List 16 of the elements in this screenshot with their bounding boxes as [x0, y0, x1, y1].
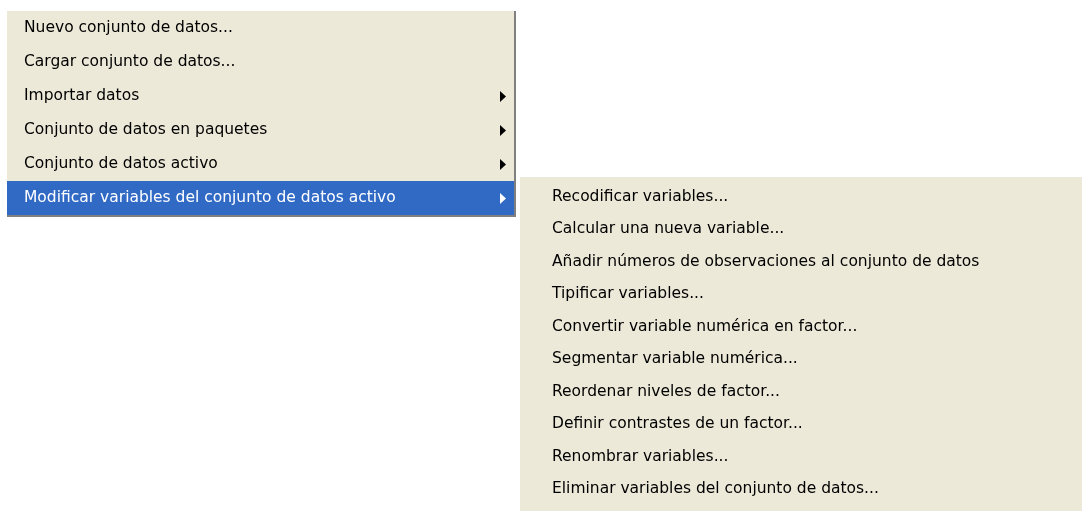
menu-item[interactable]: Importar datos [7, 79, 514, 113]
submenu-item[interactable]: Tipificar variables... [520, 277, 1082, 310]
submenu-item[interactable]: Añadir números de observaciones al conjunto de datos [520, 245, 1082, 278]
menu-item[interactable]: Modificar variables del conjunto de datos activo [7, 181, 514, 215]
submenu-item[interactable]: Segmentar variable numérica... [520, 342, 1082, 375]
submenu-item[interactable]: Calcular una nueva variable... [520, 212, 1082, 245]
submenu-item[interactable]: Eliminar variables del conjunto de datos... [520, 472, 1082, 505]
submenu-item[interactable]: Convertir variable numérica en factor... [520, 310, 1082, 343]
submenu-item[interactable]: Renombrar variables... [520, 440, 1082, 473]
submenu-item[interactable]: Definir contrastes de un factor... [520, 407, 1082, 440]
submenu-item[interactable]: Recodificar variables... [520, 180, 1082, 213]
submenu-item[interactable]: Reordenar niveles de factor... [520, 375, 1082, 408]
menu-item[interactable]: Conjunto de datos activo [7, 147, 514, 181]
menu-item[interactable]: Cargar conjunto de datos... [7, 45, 514, 79]
menu-item[interactable]: Nuevo conjunto de datos... [7, 11, 514, 45]
menu-item[interactable]: Conjunto de datos en paquetes [7, 113, 514, 147]
